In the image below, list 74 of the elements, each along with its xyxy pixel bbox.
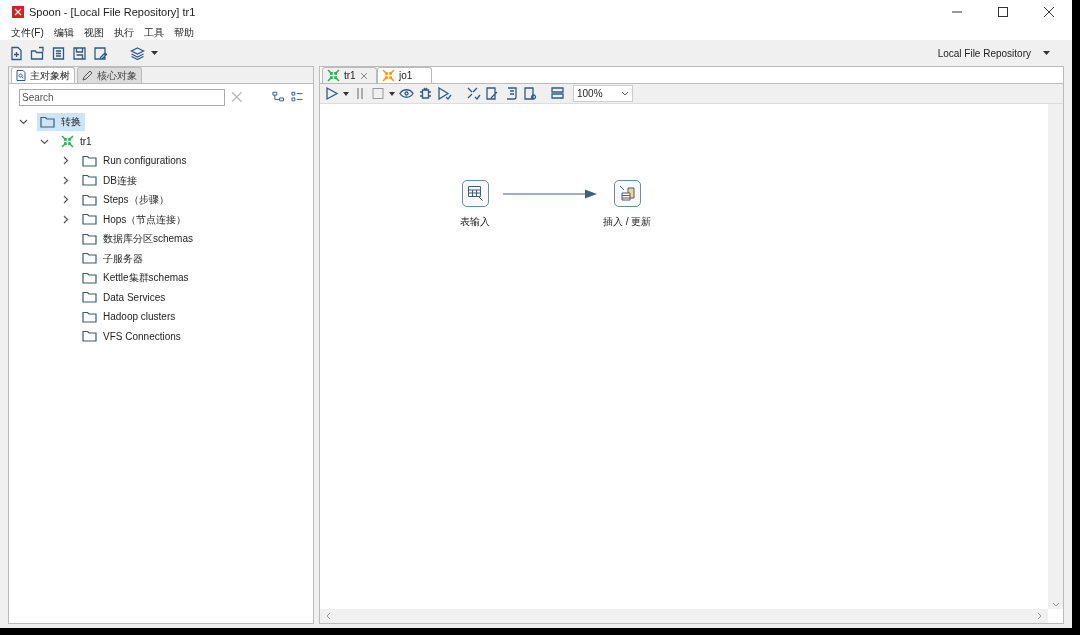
menu-item[interactable]: 编辑 bbox=[53, 24, 74, 40]
chevron-down-icon[interactable] bbox=[19, 117, 28, 127]
menu-item[interactable]: 视图 bbox=[83, 24, 104, 40]
close-icon[interactable] bbox=[359, 71, 368, 80]
folder-icon bbox=[82, 154, 97, 167]
script-icon[interactable] bbox=[504, 86, 519, 101]
layout-icon[interactable] bbox=[550, 86, 565, 101]
tree-item[interactable]: Data Services bbox=[79, 288, 170, 307]
tree-item[interactable]: Steps（步骤） bbox=[79, 190, 173, 209]
zoom-dropdown[interactable]: 100% bbox=[573, 85, 633, 102]
folder-icon bbox=[82, 330, 97, 343]
menu-item[interactable]: 文件(F) bbox=[11, 24, 44, 40]
app-logo-icon bbox=[12, 6, 24, 18]
document-icon[interactable] bbox=[51, 45, 66, 61]
save-as-icon[interactable] bbox=[93, 45, 108, 61]
layers-icon[interactable] bbox=[130, 45, 145, 61]
menu-item[interactable]: 执行 bbox=[113, 24, 134, 40]
dropdown-caret-icon[interactable] bbox=[1043, 51, 1050, 55]
database-table-icon bbox=[618, 185, 636, 202]
folder-icon bbox=[82, 174, 97, 187]
document-edit-icon[interactable] bbox=[485, 86, 500, 101]
play-check-icon[interactable] bbox=[437, 86, 452, 101]
tree-item[interactable]: 转换 bbox=[37, 112, 85, 131]
step-node[interactable] bbox=[461, 180, 489, 207]
editor-tab[interactable]: jo1 bbox=[377, 67, 432, 83]
tree-item[interactable]: Kettle集群schemas bbox=[79, 268, 193, 287]
folder-icon bbox=[82, 213, 97, 226]
play-icon[interactable] bbox=[324, 86, 339, 101]
panel-tab[interactable]: 主对象树 bbox=[11, 67, 75, 83]
search-field[interactable]: Search bbox=[19, 88, 226, 106]
step-label: 插入 / 更新 bbox=[603, 215, 652, 229]
window-title: Spoon - [Local File Repository] tr1 bbox=[29, 4, 196, 20]
tree-item[interactable]: VFS Connections bbox=[79, 327, 185, 346]
crossed-check-icon[interactable] bbox=[466, 86, 481, 101]
folder-icon bbox=[82, 271, 97, 284]
list-icon[interactable] bbox=[290, 91, 303, 103]
panel-tab[interactable]: 核心对象 bbox=[77, 67, 142, 83]
tree-item[interactable]: Hops（节点连接） bbox=[79, 210, 191, 229]
tree-item[interactable]: tr1 bbox=[58, 132, 96, 151]
folder-icon bbox=[40, 115, 55, 128]
tree-item[interactable]: 子服务器 bbox=[79, 249, 147, 268]
step-label: 表输入 bbox=[460, 215, 490, 229]
menu-item[interactable]: 帮助 bbox=[173, 24, 194, 40]
menu-item[interactable]: 工具 bbox=[143, 24, 164, 40]
document-search-icon[interactable] bbox=[523, 86, 538, 101]
crossed-arrows-icon bbox=[61, 134, 74, 148]
save-icon[interactable] bbox=[72, 45, 87, 61]
editor-tab[interactable]: tr1 bbox=[322, 67, 377, 83]
dropdown-caret-icon[interactable] bbox=[343, 91, 349, 96]
document-search-icon bbox=[16, 70, 26, 81]
folder-icon bbox=[82, 232, 97, 245]
pencil-icon bbox=[82, 70, 93, 81]
table-icon bbox=[466, 185, 484, 202]
crossed-arrows-icon bbox=[327, 69, 340, 82]
eye-icon[interactable] bbox=[399, 86, 414, 101]
tree-item[interactable]: 数据库分区schemas bbox=[79, 229, 197, 248]
tree-structure-icon[interactable] bbox=[272, 91, 285, 103]
tree-item[interactable]: DB连接 bbox=[79, 171, 141, 190]
chevron-down-icon bbox=[621, 91, 629, 96]
tree-item[interactable]: Run configurations bbox=[79, 151, 191, 170]
folder-icon bbox=[82, 291, 97, 304]
dropdown-caret-icon[interactable] bbox=[151, 51, 158, 55]
repository-label[interactable]: Local File Repository bbox=[937, 45, 1031, 61]
folder-icon bbox=[82, 310, 97, 323]
open-folder-icon[interactable] bbox=[30, 45, 45, 61]
step-node[interactable] bbox=[613, 180, 641, 207]
new-file-icon[interactable] bbox=[9, 45, 24, 61]
bug-icon[interactable] bbox=[418, 86, 433, 101]
folder-icon bbox=[82, 193, 97, 206]
tree-item[interactable]: Hadoop clusters bbox=[79, 307, 180, 326]
crossed-arrows-icon bbox=[382, 69, 395, 82]
vertical-scrollbar[interactable] bbox=[1048, 104, 1063, 609]
dropdown-caret-icon[interactable] bbox=[389, 91, 395, 96]
folder-icon bbox=[82, 252, 97, 265]
